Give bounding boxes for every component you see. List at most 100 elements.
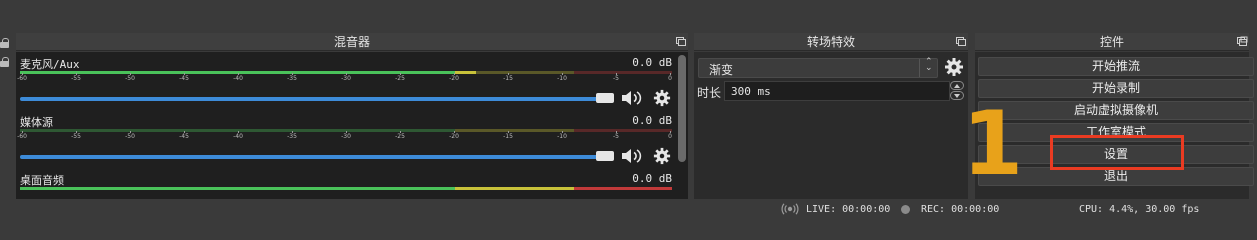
meter-tick-label: -45 (179, 75, 189, 82)
transition-select-value: 渐变 (709, 63, 734, 77)
meter-tick-mark (400, 131, 401, 133)
meter-tick-label: -35 (287, 75, 297, 82)
meter-tick-mark (670, 73, 671, 75)
meter-tick-label: -55 (71, 75, 81, 82)
meter-tick-mark (130, 73, 131, 75)
meter-tick-label: -55 (71, 133, 81, 140)
meter-tick-label: -25 (395, 133, 405, 140)
volume-fader[interactable] (20, 97, 605, 101)
duration-input[interactable]: 300 ms (724, 81, 950, 101)
meter-tick-label: -50 (125, 133, 135, 140)
mixer-panel: 麦克风/Aux 0.0 dB -60 -55 -50 -45 -40 -35 -30 -25 -20… (16, 52, 688, 199)
meter-tick-label: -10 (557, 133, 567, 140)
meter-tick-mark (238, 73, 239, 75)
duration-value: 300 ms (731, 85, 771, 98)
annotation-step-number: 1 (962, 92, 1024, 195)
meter-tick-mark (184, 131, 185, 133)
meter-tick-mark (616, 73, 617, 75)
meter-tick-label: -30 (341, 75, 351, 82)
meter-tick-label: -30 (341, 133, 351, 140)
select-arrows-icon (919, 57, 937, 77)
channel-db-readout: 0.0 dB (632, 172, 672, 185)
meter-tick-mark (184, 73, 185, 75)
meter-scale: -60 -55 -50 -45 -40 -35 -30 -25 -20 -15 -10 -5 0 (17, 131, 672, 143)
meter-tick-label: -60 (17, 133, 27, 140)
meter-tick-label: -15 (503, 75, 513, 82)
meter-tick-label: -45 (179, 133, 189, 140)
meter-tick-mark (616, 131, 617, 133)
controls-dock-title: 控件 (1099, 35, 1124, 49)
dock-edge-icon (1240, 36, 1248, 43)
meter-tick-mark (130, 131, 131, 133)
status-bar: LIVE: 00:00:00 REC: 00:00:00 CPU: 4.4%, … (0, 199, 1257, 221)
transition-properties-gear-icon[interactable] (944, 57, 964, 77)
meter-tick-mark (292, 131, 293, 133)
float-dock-icon[interactable] (956, 37, 966, 46)
rec-timer: REC: 00:00:00 (921, 204, 1000, 215)
meter-tick-mark (508, 131, 509, 133)
meter-tick-mark (670, 131, 671, 133)
speaker-icon[interactable] (621, 90, 643, 106)
channel-db-readout: 0.0 dB (632, 56, 672, 69)
volume-fader-handle[interactable] (596, 93, 614, 103)
meter-tick-mark (562, 131, 563, 133)
mixer-dock-header: 混音器 (16, 33, 688, 51)
transition-select[interactable]: 渐变 (698, 57, 938, 78)
volume-meter (20, 187, 672, 190)
transition-panel: 渐变 时长 300 ms (694, 52, 968, 199)
meter-tick-mark (346, 131, 347, 133)
rec-dot-icon (901, 205, 910, 214)
channel-db-readout: 0.0 dB (632, 114, 672, 127)
meter-tick-label: -35 (287, 133, 297, 140)
channel-settings-gear-icon[interactable] (653, 89, 671, 107)
meter-tick-label: 0 (668, 75, 672, 82)
meter-tick-mark (76, 73, 77, 75)
volume-fader[interactable] (20, 155, 605, 159)
meter-tick-label: -5 (613, 133, 619, 140)
toolbar-area (0, 0, 1257, 33)
live-timer: LIVE: 00:00:00 (806, 204, 891, 215)
mixer-scrollbar[interactable] (678, 55, 686, 162)
meter-scale: -60 -55 -50 -45 -40 -35 -30 -25 -20 -15 -10 -5 0 (17, 73, 672, 85)
meter-tick-label: -40 (233, 75, 243, 82)
meter-tick-label: -20 (449, 75, 459, 82)
meter-tick-label: -50 (125, 75, 135, 82)
meter-tick-label: -10 (557, 75, 567, 82)
meter-tick-mark (22, 73, 23, 75)
annotation-highlight-box (1050, 135, 1184, 170)
meter-tick-label: -25 (395, 75, 405, 82)
meter-tick-mark (346, 73, 347, 75)
lock-icon (0, 38, 10, 48)
lock-icon (0, 57, 10, 67)
cpu-fps: CPU: 4.4%, 30.00 fps (1079, 204, 1200, 215)
meter-tick-mark (562, 73, 563, 75)
meter-tick-label: -20 (449, 133, 459, 140)
channel-name: 桌面音频 (20, 174, 64, 187)
channel-name: 媒体源 (20, 116, 53, 129)
duration-label: 时长 (697, 86, 722, 100)
meter-tick-mark (400, 73, 401, 75)
meter-tick-mark (454, 131, 455, 133)
meter-tick-label: -15 (503, 133, 513, 140)
float-dock-icon[interactable] (676, 37, 686, 46)
start-streaming-button[interactable]: 开始推流 (978, 57, 1254, 76)
speaker-icon[interactable] (621, 148, 643, 164)
channel-settings-gear-icon[interactable] (653, 147, 671, 165)
meter-tick-mark (238, 131, 239, 133)
meter-tick-mark (76, 131, 77, 133)
meter-tick-label: -5 (613, 75, 619, 82)
meter-tick-label: -40 (233, 133, 243, 140)
channel-name: 麦克风/Aux (20, 58, 80, 71)
transition-dock-title: 转场特效 (806, 35, 855, 49)
controls-dock-header: 控件 (975, 33, 1249, 51)
volume-fader-handle[interactable] (596, 151, 614, 161)
meter-tick-mark (508, 73, 509, 75)
meter-tick-label: -60 (17, 75, 27, 82)
meter-tick-mark (454, 73, 455, 75)
spin-up-icon[interactable] (950, 81, 964, 90)
meter-tick-mark (292, 73, 293, 75)
transition-dock-header: 转场特效 (694, 33, 968, 51)
meter-tick-label: 0 (668, 133, 672, 140)
live-broadcast-icon (781, 203, 799, 215)
meter-tick-mark (22, 131, 23, 133)
